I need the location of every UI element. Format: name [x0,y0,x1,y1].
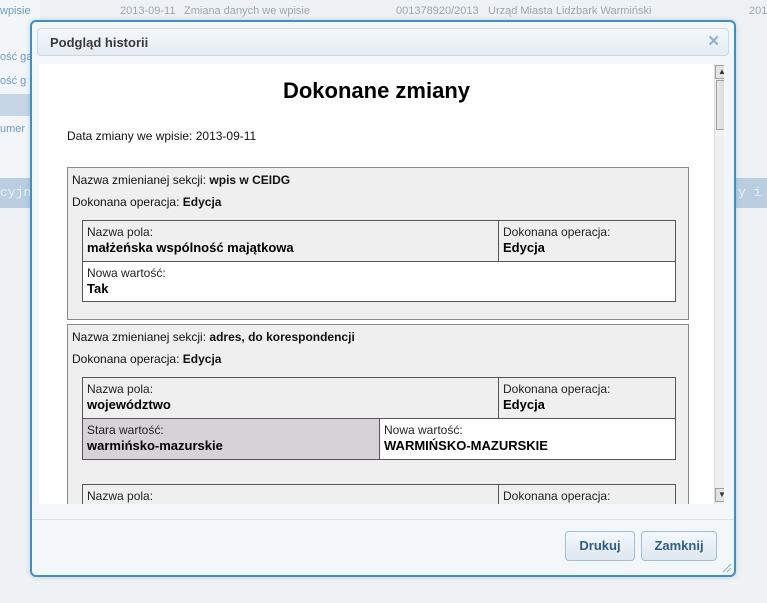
dialog-titlebar[interactable]: Podgląd historii ✕ [37,28,729,56]
section-name-line: Nazwa zmienianej sekcji: wpis w CEIDG [72,173,290,187]
vertical-scrollbar[interactable]: ▲ ▼ [714,64,724,504]
background-row-office: Urząd Miasta Lidzbark Warmiński [488,5,652,17]
change-date-value: 2013-09-11 [195,129,257,143]
field-operation-label: Dokonana operacja: [503,225,611,239]
scroll-down-arrow-icon[interactable]: ▼ [715,488,724,502]
field-operation-label: Dokonana operacja: [503,382,611,396]
background-table-row: 2013-09-11 Zmiana danych we wpisie 00137… [108,0,767,22]
field-operation-cell: Dokonana operacja: Edycja [499,378,675,419]
section-name-label: Nazwa zmienianej sekcji: [72,330,207,344]
dialog-footer-divider [32,519,734,520]
background-sidebar-item: wpisie [0,5,31,17]
old-value-label: Stara wartość: [87,423,164,437]
change-date-line: Data zmiany we wpisie: 2013-09-11 [67,129,256,143]
dialog-content[interactable]: Dokonane zmiany Data zmiany we wpisie: 2… [39,64,724,504]
field-name-label: Nazwa pola: [87,489,154,503]
section-name-line: Nazwa zmienianej sekcji: adres, do kores… [72,330,355,344]
field-name-value: województwo [87,397,171,412]
new-value-cell: Nowa wartość: WARMIŃSKO-MAZURSKIE [380,419,675,459]
close-button[interactable]: Zamknij [641,531,717,561]
dialog-title: Podgląd historii [50,35,149,50]
field-operation-cell: Dokonana operacja: [499,485,675,504]
new-value-value: Tak [87,281,109,296]
page-title: Dokonane zmiany [282,78,471,103]
field-name-cell: Nazwa pola: województwo [83,378,499,419]
section-operation-line: Dokonana operacja: Edycja [72,352,221,366]
section-operation-label: Dokonana operacja: [72,195,180,209]
field-change-table: Nazwa pola: Dokonana operacja: [82,484,676,504]
section-name-label: Nazwa zmienianej sekcji: [72,173,207,187]
resize-grip-icon[interactable] [720,561,732,573]
field-name-cell: Nazwa pola: [83,485,499,504]
background-row-date: 2013-09-11 [120,5,176,17]
field-name-label: Nazwa pola: [87,225,154,239]
changed-section: Nazwa zmienianej sekcji: wpis w CEIDG Do… [67,167,689,320]
section-name-value: adres, do korespondencji [209,330,355,344]
field-operation-label: Dokonana operacja: [503,489,611,503]
background-row-year: 201 [749,5,767,17]
new-value-label: Nowa wartość: [384,423,463,437]
print-button[interactable]: Drukuj [565,531,635,561]
field-name-label: Nazwa pola: [87,382,154,396]
section-operation-value: Edycja [182,195,222,209]
section-operation-label: Dokonana operacja: [72,352,180,366]
background-row-number: 001378920/2013 [396,5,479,17]
background-band-text: y i [738,185,762,200]
field-name-value: małżeńska wspólność majątkowa [87,240,294,255]
field-operation-cell: Dokonana operacja: Edycja [499,221,675,262]
field-name-cell: Nazwa pola: małżeńska wspólność majątkow… [83,221,499,262]
new-value-value: WARMIŃSKO-MAZURSKIE [384,438,548,453]
changed-section: Nazwa zmienianej sekcji: adres, do kores… [67,324,689,504]
field-change-table: Nazwa pola: województwo Dokonana operacj… [82,377,676,460]
old-value-cell: Stara wartość: warmińsko-mazurskie [83,419,380,459]
field-operation-value: Edycja [503,240,545,255]
scrollbar-thumb[interactable] [716,80,724,130]
close-icon[interactable]: ✕ [707,32,720,50]
background-row-desc: Zmiana danych we wpisie [184,5,310,17]
background-band-text: cyjn [0,185,32,200]
field-operation-value: Edycja [503,397,545,412]
new-value-label: Nowa wartość: [87,266,166,280]
history-dialog: Podgląd historii ✕ Dokonane zmiany Data … [30,20,736,577]
section-name-value: wpis w CEIDG [209,173,291,187]
old-value-value: warmińsko-mazurskie [87,438,223,453]
new-value-cell: Nowa wartość: Tak [83,262,675,301]
section-operation-value: Edycja [182,352,222,366]
change-date-label: Data zmiany we wpisie: [67,129,193,143]
section-operation-line: Dokonana operacja: Edycja [72,195,221,209]
field-change-table: Nazwa pola: małżeńska wspólność majątkow… [82,220,676,302]
scroll-up-arrow-icon[interactable]: ▲ [715,65,724,79]
